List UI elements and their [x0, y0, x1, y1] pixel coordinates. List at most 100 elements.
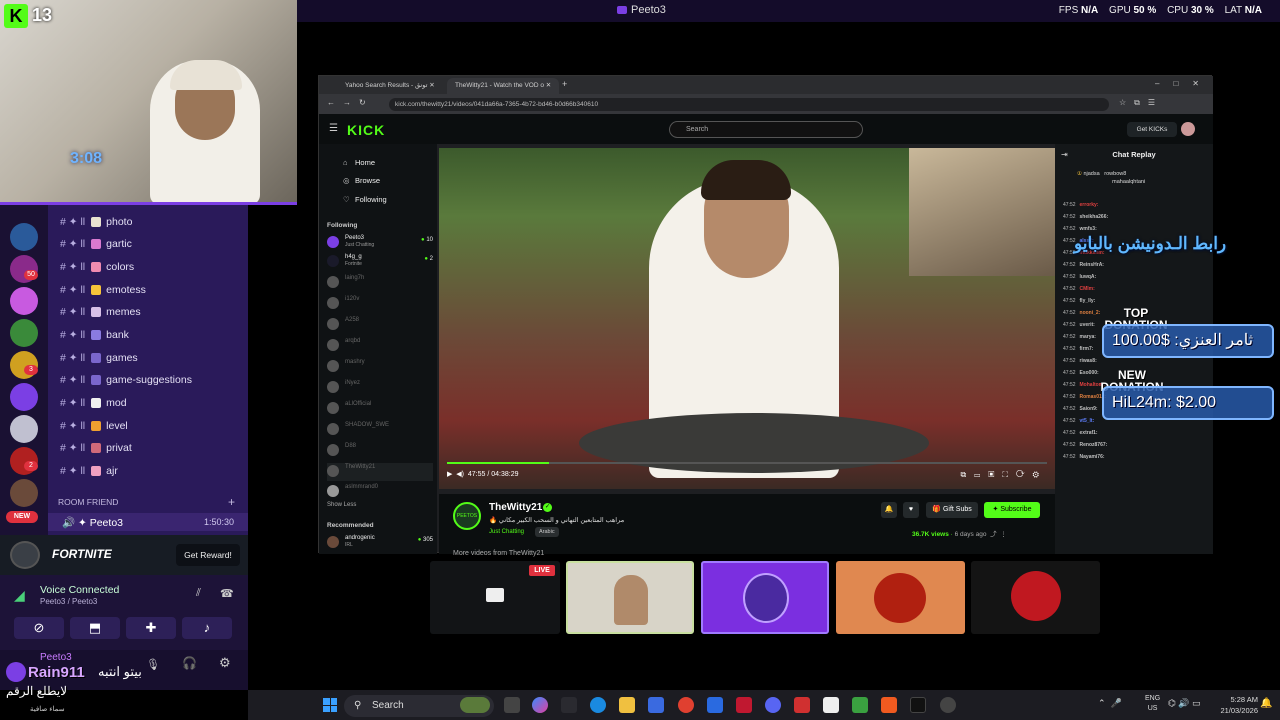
voice-connected-label[interactable]: Voice Connected	[40, 584, 119, 596]
camera-off-button[interactable]: ⊘	[14, 617, 64, 639]
more-icon[interactable]: ⋮	[1000, 531, 1007, 538]
video-player[interactable]: ▶ ◀) 47:55 / 04:38:29 ⧉▭▣⛶⟳⚙	[439, 148, 1055, 489]
following-item[interactable]: TheWitty21	[327, 463, 433, 481]
channel-item[interactable]: # ✦ ll memes	[60, 306, 141, 326]
server-icon[interactable]	[10, 319, 38, 347]
profile-avatar[interactable]	[1181, 122, 1195, 136]
chat-username[interactable]: uverit:	[1080, 322, 1095, 328]
headphones-icon[interactable]: 🎧	[182, 656, 197, 670]
user-avatar[interactable]	[6, 662, 26, 682]
video-controls-right[interactable]: ⧉▭▣⛶⟳⚙	[960, 470, 1047, 480]
mic-icon[interactable]: 🎙	[146, 658, 160, 671]
show-less-link[interactable]: Show Less	[327, 502, 356, 508]
channel-name-title[interactable]: TheWitty21	[489, 502, 542, 513]
brave-icon[interactable]	[881, 697, 897, 713]
chat-username[interactable]: Nayami76:	[1080, 454, 1105, 460]
kick-logo[interactable]: KICK	[347, 122, 385, 138]
chrome-icon[interactable]	[678, 697, 694, 713]
following-item[interactable]: h4g_g Fortnite ● 2	[327, 253, 433, 271]
following-item[interactable]: A258	[327, 316, 433, 334]
video-progress-bar[interactable]	[447, 462, 1047, 464]
get-kicks-button[interactable]: Get KICKs	[1127, 122, 1177, 137]
voice-channel-user[interactable]: 🔊 ✦ Peeto3	[62, 516, 123, 529]
xbox-icon[interactable]	[852, 697, 868, 713]
outlook-icon[interactable]	[707, 697, 723, 713]
channel-item[interactable]: # ✦ ll bank	[60, 329, 129, 349]
menu-icon[interactable]: ☰	[329, 123, 338, 134]
chat-username[interactable]: wmfs3:	[1080, 226, 1097, 232]
app-icon[interactable]	[940, 697, 956, 713]
system-tray[interactable]: ⌃ 🎤	[1098, 698, 1122, 709]
noise-suppression-icon[interactable]: ⫽	[196, 587, 201, 600]
chat-username[interactable]: luwqA:	[1080, 274, 1097, 280]
subscribe-button[interactable]: ✦ Subscribe	[984, 502, 1040, 518]
chat-username[interactable]: Renoz8767:	[1080, 442, 1108, 448]
following-item[interactable]: mashry	[327, 358, 433, 376]
gift-subs-button[interactable]: 🎁 Gift Subs	[926, 502, 978, 518]
channel-item[interactable]: # ✦ ll level	[60, 420, 128, 440]
channel-item[interactable]: # ✦ ll photo	[60, 216, 132, 236]
obs-icon[interactable]	[823, 697, 839, 713]
edge-icon[interactable]	[590, 697, 606, 713]
volume-icon[interactable]: ◀)	[456, 471, 464, 478]
language-indicator[interactable]: ENG US	[1145, 694, 1160, 714]
following-item[interactable]: laing7h	[327, 274, 433, 292]
following-item[interactable]: SHADOW_SWE	[327, 421, 433, 439]
participant-tile[interactable]	[566, 561, 694, 634]
stream-category[interactable]: Just Chatting	[489, 529, 524, 535]
nav-browse[interactable]: ◎ Browse	[343, 176, 380, 185]
share-icon[interactable]: ⤴	[990, 531, 997, 538]
participant-tile[interactable]	[836, 561, 965, 634]
chat-username[interactable]: firm7:	[1080, 346, 1094, 352]
kick-search-input[interactable]: Search	[669, 121, 863, 138]
channel-item[interactable]: # ✦ ll games	[60, 352, 138, 372]
room-category-header[interactable]: ROOM FRIEND	[58, 497, 118, 507]
nav-home[interactable]: ⌂ Home	[343, 158, 375, 167]
channel-item[interactable]: # ✦ ll emotess	[60, 284, 146, 304]
task-view-icon[interactable]	[504, 697, 520, 713]
browser-toolbar-icons[interactable]: ☆⧉☰	[1119, 98, 1163, 108]
recommended-item[interactable]: androgenic IRL ● 305	[327, 534, 433, 552]
url-field[interactable]: kick.com/thewitty21/videos/041da66a-7365…	[389, 98, 1109, 111]
copilot-icon[interactable]	[532, 697, 548, 713]
server-icon[interactable]	[10, 287, 38, 315]
notification-icon[interactable]: 🔔	[1260, 698, 1272, 709]
server-icon[interactable]	[10, 415, 38, 443]
channel-item[interactable]: # ✦ ll gartic	[60, 238, 132, 258]
following-item[interactable]: aslmmrand0	[327, 483, 433, 501]
gear-icon[interactable]: ⚙	[219, 655, 231, 671]
bell-icon[interactable]: 🔔	[881, 502, 897, 518]
taskbar-clock[interactable]: 5:28 AM 21/03/2026	[1218, 694, 1258, 716]
channel-item[interactable]: # ✦ ll privat	[60, 442, 132, 462]
discord-icon[interactable]	[765, 697, 781, 713]
activities-button[interactable]: ✚	[126, 617, 176, 639]
chat-username[interactable]: nooni_2:	[1080, 310, 1101, 316]
heart-button[interactable]: ♥	[903, 502, 919, 518]
channel-item[interactable]: # ✦ ll ajr	[60, 465, 118, 485]
chat-username[interactable]: Saion9:	[1080, 406, 1098, 412]
chat-username[interactable]: marya:	[1080, 334, 1096, 340]
following-item[interactable]: i120v	[327, 295, 433, 313]
chat-username[interactable]: errorky:	[1080, 202, 1099, 208]
media-icon[interactable]	[794, 697, 810, 713]
chat-username[interactable]: extraf1:	[1080, 430, 1098, 436]
channel-item[interactable]: # ✦ ll colors	[60, 261, 134, 281]
chat-username[interactable]: fly_lly:	[1080, 298, 1096, 304]
following-item[interactable]: arqbd	[327, 337, 433, 355]
store-icon[interactable]	[648, 697, 664, 713]
chat-username[interactable]: sheikha266:	[1080, 214, 1109, 220]
chat-username[interactable]: vt5_lt:	[1080, 418, 1095, 424]
new-tab-icon[interactable]: +	[562, 79, 567, 89]
tab-kick[interactable]: TheWitty21 - Watch the VOD o ✕	[447, 78, 560, 94]
tab-yahoo[interactable]: Yahoo Search Results - تونق ✕	[337, 78, 443, 94]
server-icon[interactable]	[10, 479, 38, 507]
windows-start-icon[interactable]	[323, 698, 337, 712]
participant-tile[interactable]	[971, 561, 1100, 634]
play-icon[interactable]: ▶	[447, 471, 452, 478]
acrobat-icon[interactable]	[736, 697, 752, 713]
following-item[interactable]: aLlOfficial	[327, 400, 433, 418]
widget-icon[interactable]	[460, 697, 490, 713]
chat-username[interactable]: CMIm:	[1080, 286, 1095, 292]
chat-username[interactable]: ReinsHrA:	[1080, 262, 1104, 268]
add-channel-icon[interactable]: +	[228, 495, 235, 509]
